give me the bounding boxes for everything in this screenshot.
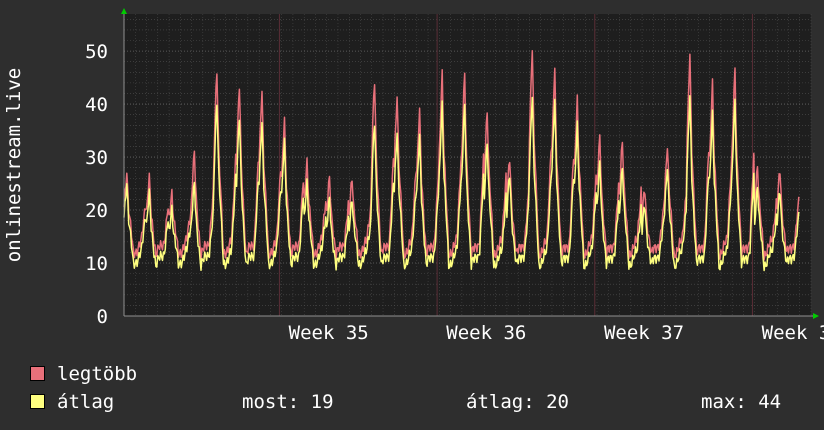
y-axis-label: onlinestream.live xyxy=(3,68,25,262)
legend-swatch-legtobb xyxy=(30,366,45,381)
legend-item-legtobb: legtöbb xyxy=(30,363,137,385)
legend-item-atlag: átlag xyxy=(30,391,114,413)
y-tick-label: 0 xyxy=(97,306,108,328)
legend-swatch-atlag xyxy=(30,394,45,409)
x-tick-label: Week 37 xyxy=(604,322,684,344)
legend-label-legtobb: legtöbb xyxy=(57,363,138,385)
y-tick-labels: 0 10 20 30 40 50 xyxy=(85,41,108,328)
x-tick-label: Week 38 xyxy=(762,322,824,344)
y-tick-label: 30 xyxy=(85,147,108,169)
legend-label-atlag: átlag xyxy=(57,391,115,413)
x-tick-label: Week 36 xyxy=(446,322,526,344)
x-tick-labels: Week 35 Week 36 Week 37 Week 38 xyxy=(289,322,824,344)
x-tick-label: Week 35 xyxy=(289,322,369,344)
stat-average: átlag: 20 xyxy=(466,391,569,413)
x-axis-arrow-icon xyxy=(813,313,819,319)
y-tick-label: 20 xyxy=(85,200,108,222)
y-axis-arrow-icon xyxy=(121,8,127,14)
y-tick-label: 50 xyxy=(85,41,108,63)
y-tick-label: 40 xyxy=(85,94,108,116)
stat-current: most: 19 xyxy=(242,391,334,413)
stat-max: max: 44 xyxy=(701,391,782,413)
y-tick-label: 10 xyxy=(85,253,108,275)
